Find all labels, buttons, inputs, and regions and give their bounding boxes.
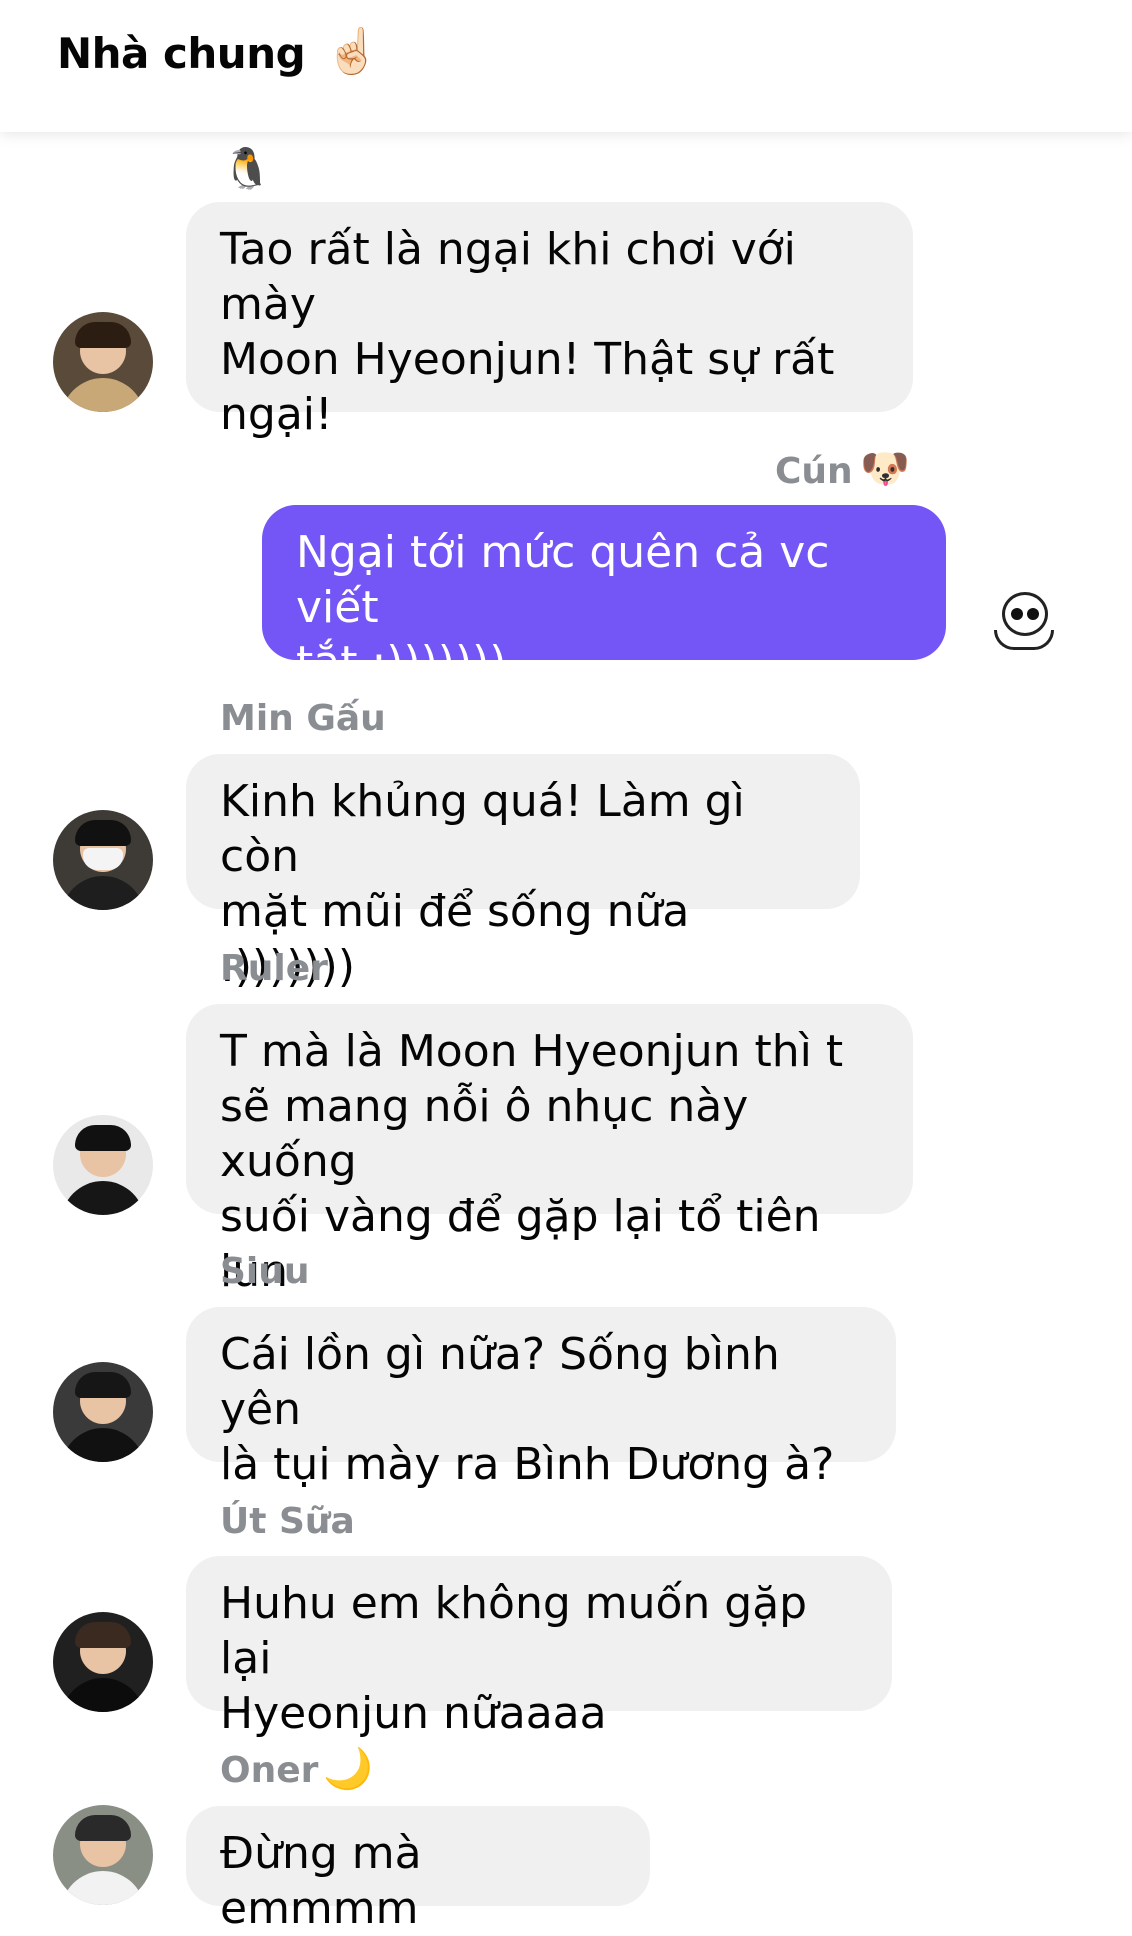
avatar[interactable] — [53, 312, 153, 412]
message-bubble[interactable]: Tao rất là ngại khi chơi với mày Moon Hy… — [186, 202, 913, 440]
sender-name: Min Gấu — [220, 698, 386, 739]
avatar[interactable] — [53, 1805, 153, 1905]
avatar[interactable] — [53, 1362, 153, 1462]
sender-name: Oner — [220, 1750, 319, 1791]
avatar[interactable] — [53, 1612, 153, 1712]
sender-name: Cún — [775, 451, 853, 492]
avatar[interactable] — [53, 810, 153, 910]
sticker-icon[interactable] — [990, 590, 1060, 656]
message-bubble[interactable]: Đừng mà emmmm — [186, 1806, 650, 1934]
pointing-up-icon: ☝🏻 — [325, 26, 380, 77]
moon-icon: 🌙 — [323, 1746, 373, 1792]
sender-name: Út Sữa — [220, 1501, 355, 1542]
dog-icon: 🐶 — [860, 446, 910, 492]
message-bubble-outgoing[interactable]: Ngại tới mức quên cả vc viết tắt :))))))… — [262, 505, 946, 688]
chat-title[interactable]: Nhà chung — [57, 26, 306, 82]
message-bubble[interactable]: Cái lồn gì nữa? Sống bình yên là tụi mày… — [186, 1307, 896, 1490]
message-bubble[interactable]: T mà là Moon Hyeonjun thì t sẽ mang nỗi … — [186, 1004, 913, 1297]
avatar[interactable] — [53, 1115, 153, 1215]
message-bubble[interactable]: Huhu em không muốn gặp lại Hyeonjun nữaa… — [186, 1556, 892, 1739]
sender-name: Ruler — [220, 948, 328, 989]
penguin-icon: 🐧 — [222, 146, 272, 192]
sender-name: Siuu — [220, 1251, 310, 1292]
message-bubble[interactable]: Kinh khủng quá! Làm gì còn mặt mũi để số… — [186, 754, 860, 992]
chat-header: Nhà chung ☝🏻 — [0, 0, 1132, 132]
